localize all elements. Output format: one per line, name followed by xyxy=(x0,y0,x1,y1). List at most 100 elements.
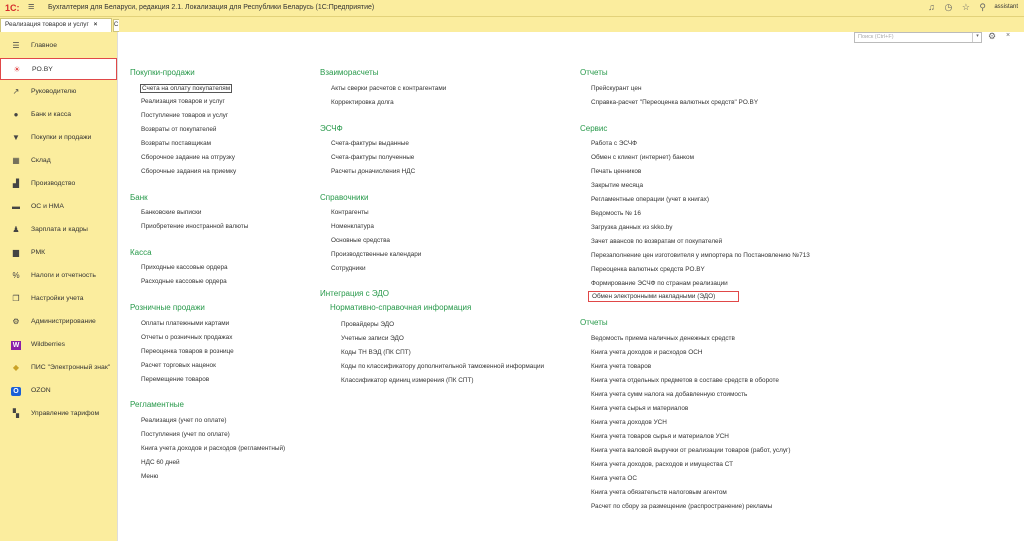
nav-link[interactable]: Поступление товаров и услуг xyxy=(141,112,228,119)
nav-link[interactable]: Поступления (учет по оплате) xyxy=(141,431,230,438)
nav-link[interactable]: НДС 60 дней xyxy=(141,459,180,466)
nav-link[interactable]: Основные средства xyxy=(331,237,390,244)
nav-link[interactable]: Переоценка валютных средств PO.BY xyxy=(591,266,705,273)
search-icon[interactable]: ⚲ xyxy=(979,2,986,12)
main-menu-icon[interactable]: ≡ xyxy=(28,1,34,13)
nav-link[interactable]: Приходные кассовые ордера xyxy=(141,264,228,271)
section-title[interactable]: Сервис xyxy=(580,124,607,133)
nav-link[interactable]: Формирование ЭСЧФ по странам реализации xyxy=(591,280,728,287)
nav-link[interactable]: Корректировка долга xyxy=(331,99,394,106)
nav-link[interactable]: Расходные кассовые ордера xyxy=(141,278,227,285)
section-title[interactable]: Покупки-продажи xyxy=(130,68,195,77)
nav-link[interactable]: Акты сверки расчетов с контрагентами xyxy=(331,85,446,92)
nav-link[interactable]: Работа с ЭСЧФ xyxy=(591,140,637,147)
nav-link[interactable]: Приобретение иностранной валюты xyxy=(141,223,248,230)
nav-link[interactable]: Книга учета обязательств налоговым агент… xyxy=(591,489,727,496)
section-title[interactable]: ЭСЧФ xyxy=(320,124,343,133)
nav-link[interactable]: Расчет по сбору за размещение (распростр… xyxy=(591,503,772,510)
user-name[interactable]: assistant xyxy=(994,4,1018,10)
nav-link[interactable]: Книга учета товаров сырья и материалов У… xyxy=(591,433,729,440)
nav-link[interactable]: Книга учета ОС xyxy=(591,475,637,482)
nav-link[interactable]: Закрытие месяца xyxy=(591,182,643,189)
nav-link[interactable]: Счета на оплату покупателям xyxy=(140,84,233,93)
sidebar-item-pis[interactable]: ◆ ПИС "Электронный знак" xyxy=(0,357,117,379)
sidebar-item-warehouse[interactable]: ▦ Склад xyxy=(0,150,117,172)
close-panel-icon[interactable]: × xyxy=(1006,32,1010,39)
nav-link[interactable]: Книга учета сумм налога на добавленную с… xyxy=(591,391,747,398)
nav-link[interactable]: Перезаполнение цен изготовителя у импорт… xyxy=(591,252,810,259)
sidebar-item-poby[interactable]: ☀ PO.BY xyxy=(0,58,117,80)
nav-link[interactable]: Счета-фактуры полученные xyxy=(331,154,414,161)
search-input[interactable]: Поиск (Ctrl+F) xyxy=(854,32,982,43)
sidebar-item-tariff[interactable]: ▚ Управление тарифом xyxy=(0,403,117,425)
section-title[interactable]: Регламентные xyxy=(130,400,184,409)
search-dropdown-icon[interactable]: ▾ xyxy=(972,33,982,42)
sidebar-item-bank[interactable]: ● Банк и касса xyxy=(0,104,117,126)
nav-link[interactable]: Расчет торговых наценок xyxy=(141,362,216,369)
sidebar-item-purchases[interactable]: ▼ Покупки и продажи xyxy=(0,127,117,149)
section-title[interactable]: Отчеты xyxy=(580,318,608,327)
sidebar-item-settings[interactable]: ❐ Настройки учета xyxy=(0,288,117,310)
nav-link-edo-exchange[interactable]: Обмен электронными накладными (ЭДО) xyxy=(588,291,739,302)
sidebar-item-production[interactable]: ▟ Производство xyxy=(0,173,117,195)
nav-link[interactable]: Книга учета доходов и расходов ОСН xyxy=(591,349,702,356)
sidebar-item-main[interactable]: ☰ Главное xyxy=(0,35,117,57)
sidebar-item-assets[interactable]: ▬ ОС и НМА xyxy=(0,196,117,218)
nav-link[interactable]: Возвраты поставщикам xyxy=(141,140,211,147)
sidebar-item-admin[interactable]: ⚙ Администрирование xyxy=(0,311,117,333)
nav-link[interactable]: Номенклатура xyxy=(331,223,374,230)
nav-link[interactable]: Контрагенты xyxy=(331,209,369,216)
nav-link[interactable]: Книга учета доходов УСН xyxy=(591,419,667,426)
nav-link[interactable]: Книга учета сырья и материалов xyxy=(591,405,688,412)
sidebar-item-salary[interactable]: ♟ Зарплата и кадры xyxy=(0,219,117,241)
nav-link[interactable]: Книга учета товаров xyxy=(591,363,651,370)
section-title[interactable]: Касса xyxy=(130,248,152,257)
nav-link[interactable]: Книга учета доходов и расходов (регламен… xyxy=(141,445,285,452)
nav-link[interactable]: Меню xyxy=(141,473,158,480)
nav-link[interactable]: Перемещение товаров xyxy=(141,376,209,383)
nav-link[interactable]: Банковские выписки xyxy=(141,209,202,216)
nav-link[interactable]: Учетные записи ЭДО xyxy=(341,335,404,342)
section-title[interactable]: Отчеты xyxy=(580,68,608,77)
nav-link[interactable]: Оплаты платежными картами xyxy=(141,320,229,327)
close-icon[interactable]: × xyxy=(94,21,98,28)
bell-icon[interactable]: ♫ xyxy=(928,2,935,12)
section-title[interactable]: Банк xyxy=(130,193,148,202)
nav-link[interactable]: Сотрудники xyxy=(331,265,366,272)
nav-link[interactable]: Переоценка товаров в рознице xyxy=(141,348,234,355)
nav-link[interactable]: Реализация товаров и услуг xyxy=(141,98,225,105)
nav-link[interactable]: Регламентные операции (учет в книгах) xyxy=(591,196,709,203)
nav-link[interactable]: Ведомость № 16 xyxy=(591,210,641,217)
nav-link[interactable]: Коды по классификатору дополнительной та… xyxy=(341,363,544,370)
nav-link[interactable]: Загрузка данных из skko.by xyxy=(591,224,672,231)
settings-gear-icon[interactable]: ⚙ xyxy=(988,31,996,42)
nav-link[interactable]: Книга учета отдельных предметов в состав… xyxy=(591,377,779,384)
sidebar-item-manager[interactable]: ↗ Руководителю xyxy=(0,81,117,103)
nav-link[interactable]: Возвраты от покупателей xyxy=(141,126,216,133)
sidebar-item-rmk[interactable]: ▆ РМК xyxy=(0,242,117,264)
section-title[interactable]: Розничные продажи xyxy=(130,303,205,312)
nav-link[interactable]: Ведомость приема наличных денежных средс… xyxy=(591,335,735,342)
nav-link[interactable]: Сборочные задания на приемку xyxy=(141,168,236,175)
nav-link[interactable]: Отчеты о розничных продажах xyxy=(141,334,232,341)
section-title[interactable]: Взаиморасчеты xyxy=(320,68,378,77)
nav-link[interactable]: Книга учета валовой выручки от реализаци… xyxy=(591,447,790,454)
nav-link[interactable]: Печать ценников xyxy=(591,168,641,175)
nav-link[interactable]: Провайдеры ЭДО xyxy=(341,321,394,328)
section-title[interactable]: Интеграция с ЭДО xyxy=(320,289,389,298)
nav-link[interactable]: Классификатор единиц измерения (ПК СПТ) xyxy=(341,377,473,384)
sidebar-item-wildberries[interactable]: W Wildberries xyxy=(0,334,117,356)
history-icon[interactable]: ◷ xyxy=(944,2,952,12)
nav-link[interactable]: Счета-фактуры выданные xyxy=(331,140,409,147)
nav-link[interactable]: Реализация (учет по оплате) xyxy=(141,417,227,424)
tab-sales[interactable]: Реализация товаров и услуг × xyxy=(0,18,112,32)
star-icon[interactable]: ☆ xyxy=(962,2,970,12)
subsection-title[interactable]: Нормативно-справочная информация xyxy=(330,303,471,312)
section-title[interactable]: Справочники xyxy=(320,193,368,202)
sidebar-item-ozon[interactable]: O OZON xyxy=(0,380,117,402)
nav-link[interactable]: Сборочное задание на отгрузку xyxy=(141,154,235,161)
tab-next[interactable]: С xyxy=(113,19,119,32)
nav-link[interactable]: Книга учета доходов, расходов и имуществ… xyxy=(591,461,733,468)
nav-link[interactable]: Расчеты доначисления НДС xyxy=(331,168,415,175)
nav-link[interactable]: Справка-расчет "Переоценка валютных сред… xyxy=(591,99,758,106)
